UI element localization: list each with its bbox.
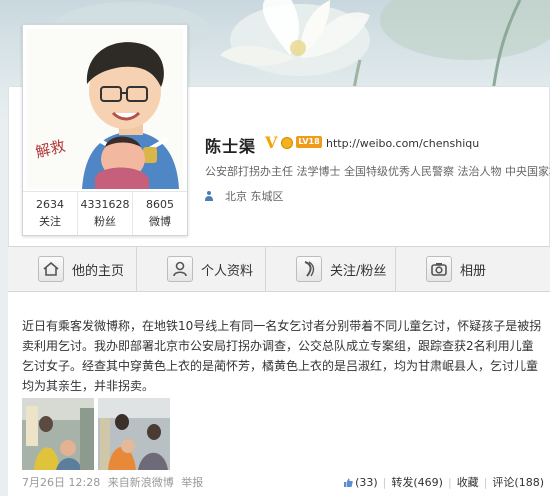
- post-time[interactable]: 7月26日 12:28: [22, 476, 100, 489]
- report-link[interactable]: 举报: [181, 476, 203, 489]
- tab-profile[interactable]: 个人资料: [137, 247, 266, 291]
- stat-followers-count: 4331628: [80, 198, 130, 211]
- stat-following-label: 关注: [39, 215, 61, 228]
- feed-post: 近日有乘客发微博称，在地铁10号线上有同一名女乞讨者分别带着不同儿童乞讨，怀疑孩…: [8, 292, 550, 496]
- vip-level-badge[interactable]: LV18: [296, 136, 322, 148]
- profile-tabs: 他的主页 个人资料 关注/粉丝 相册: [8, 246, 550, 292]
- tab-follow-label: 关注/粉丝: [330, 263, 387, 279]
- post-text: 近日有乘客发微博称，在地铁10号线上有同一名女乞讨者分别带着不同儿童乞讨，怀疑孩…: [22, 319, 542, 393]
- avatar[interactable]: 解救: [27, 29, 183, 189]
- profile-icon: [167, 256, 193, 282]
- profile-description: 公安部打拐办主任 法学博士 全国特级优秀人民警察 法治人物 中央国家机: [205, 165, 550, 178]
- profile-url-link[interactable]: http://weibo.com/chenshiqu: [326, 137, 479, 150]
- follow-icon: [296, 256, 322, 282]
- comment-button[interactable]: 评论(188): [492, 476, 544, 489]
- tab-album-label: 相册: [460, 263, 487, 279]
- stat-posts-label: 微博: [149, 215, 171, 228]
- post-images: [22, 398, 172, 470]
- repost-button[interactable]: 转发(469): [391, 476, 443, 489]
- profile-stats: 2634 关注 4331628 粉丝 8605 微博: [23, 191, 187, 235]
- post-source[interactable]: 来自新浪微博: [108, 476, 174, 489]
- favorite-button[interactable]: 收藏: [457, 476, 479, 489]
- post-meta: 7月26日 12:28 来自新浪微博 举报: [22, 474, 207, 490]
- thumbs-up-icon: [344, 478, 353, 487]
- profile-location: 北京 东城区: [205, 188, 284, 204]
- camera-icon: [426, 256, 452, 282]
- home-icon: [38, 256, 64, 282]
- crown-icon[interactable]: [281, 137, 293, 149]
- person-icon: [205, 191, 213, 201]
- stat-posts[interactable]: 8605 微博: [133, 192, 187, 235]
- profile-location-text: 北京 东城区: [225, 190, 284, 203]
- stat-followers-label: 粉丝: [94, 215, 116, 228]
- post-actions: (33) | 转发(469) | 收藏 | 评论(188): [343, 474, 544, 490]
- tab-home[interactable]: 他的主页: [8, 247, 137, 291]
- tab-follow[interactable]: 关注/粉丝: [266, 247, 396, 291]
- post-image-thumbnail[interactable]: [98, 398, 170, 470]
- like-count: (33): [355, 476, 378, 489]
- stat-posts-count: 8605: [146, 198, 174, 211]
- avatar-card: 解救 2634 关注 4331628 粉丝 8605 微博: [22, 24, 188, 236]
- stat-following-count: 2634: [36, 198, 64, 211]
- stat-following[interactable]: 2634 关注: [23, 192, 78, 235]
- verified-badge-icon[interactable]: V: [265, 133, 277, 152]
- stat-followers[interactable]: 4331628 粉丝: [78, 192, 133, 235]
- tab-album[interactable]: 相册: [396, 247, 550, 291]
- tab-home-label: 他的主页: [72, 263, 125, 279]
- cartoon-police-avatar: 解救: [27, 29, 183, 189]
- like-button[interactable]: (33): [343, 476, 378, 489]
- tab-profile-label: 个人资料: [201, 263, 254, 279]
- post-footer: 7月26日 12:28 来自新浪微博 举报 (33) | 转发(469) | 收藏 | 评论…: [22, 474, 544, 492]
- post-image-thumbnail[interactable]: [22, 398, 94, 470]
- profile-name: 陈士渠: [205, 137, 257, 156]
